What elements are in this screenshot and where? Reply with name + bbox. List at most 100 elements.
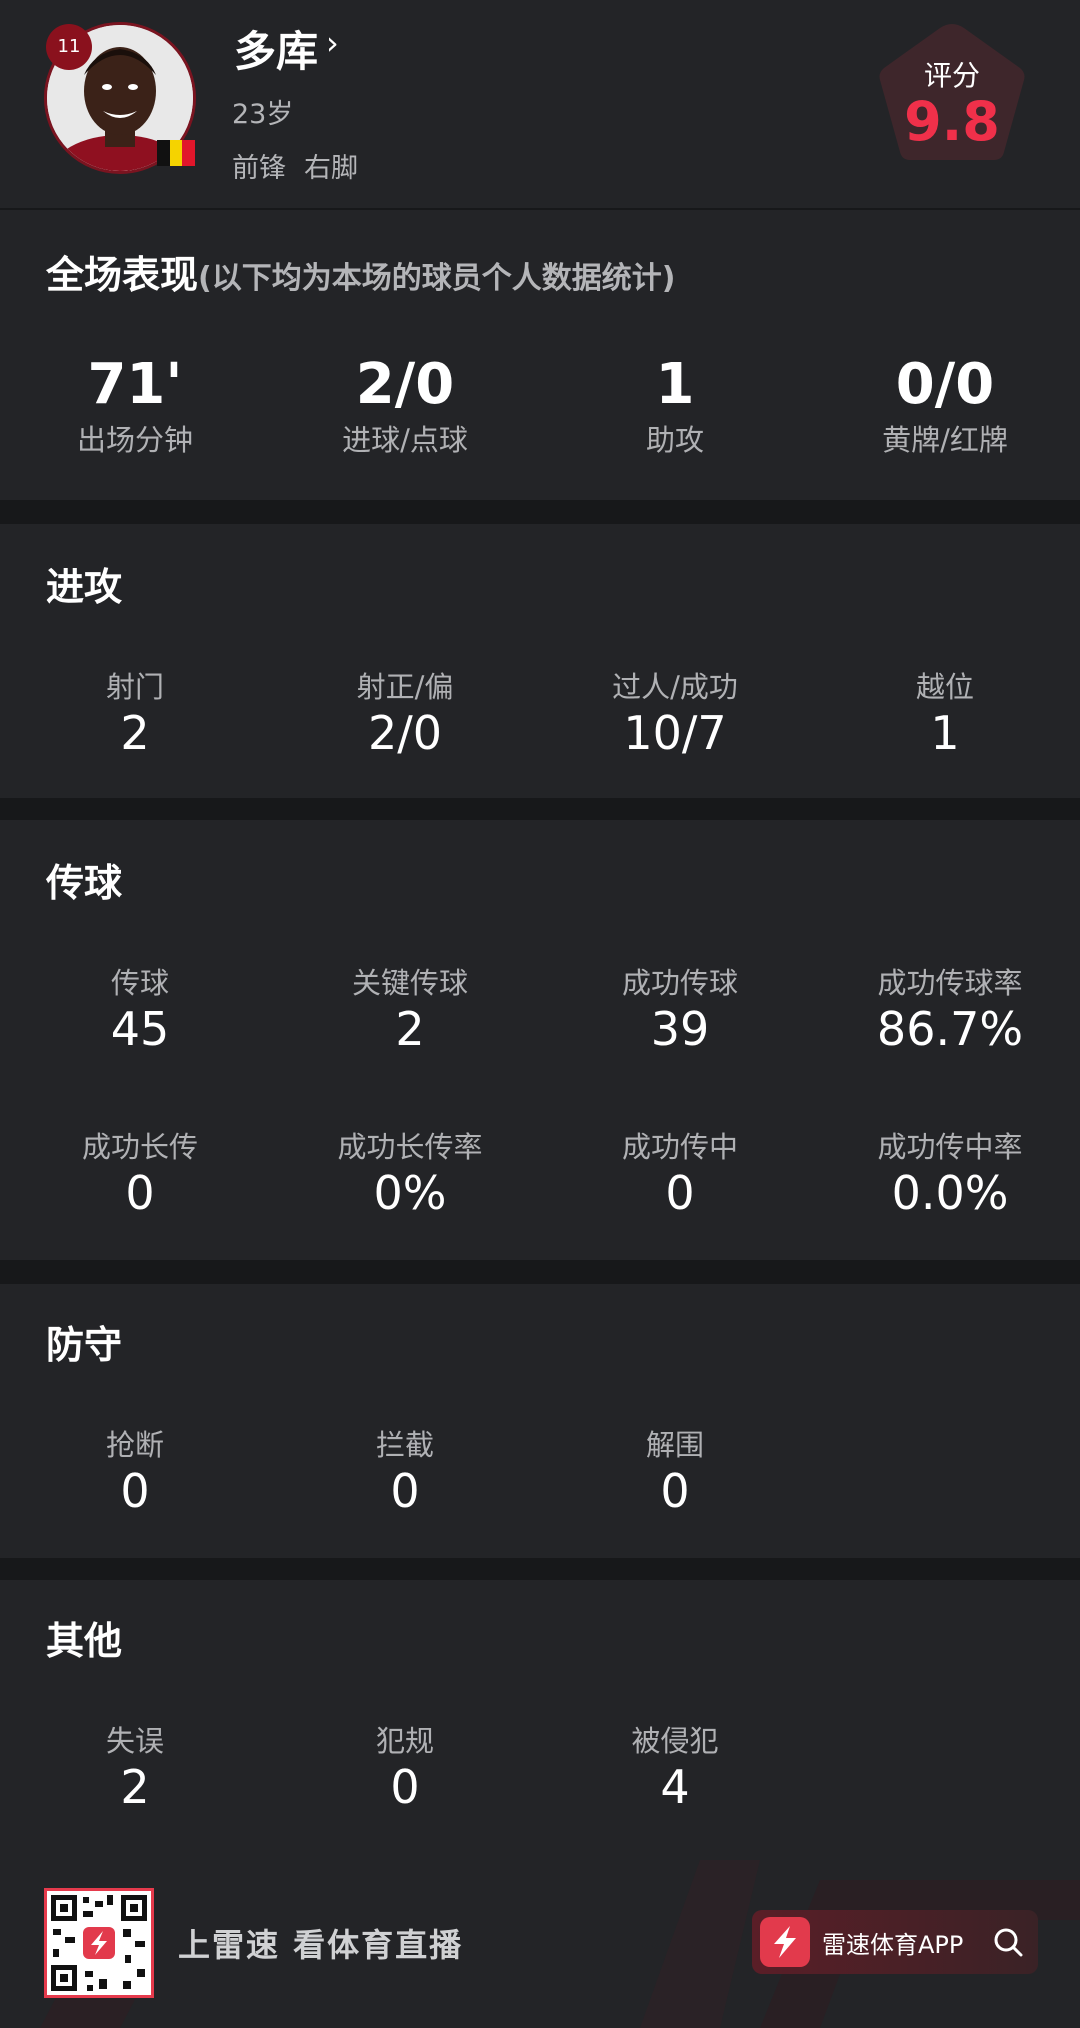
attack-stat-value: 2/0 <box>367 706 443 760</box>
attack-stat-value: 1 <box>930 706 960 760</box>
player-age: 23岁 <box>232 99 294 130</box>
other-title: 其他 <box>46 1619 123 1663</box>
rating-badge: 评分 9.8 <box>874 20 1030 168</box>
other-stat: 犯规 0 <box>305 1718 505 1814</box>
overview-title: 全场表现(以下均为本场的球员个人数据统计) <box>46 244 675 299</box>
player-name[interactable]: 多库 <box>234 18 318 79</box>
belgium-flag-icon <box>157 140 196 166</box>
passing-stat-label: 成功传球率 <box>877 966 1023 1000</box>
chevron-right-icon[interactable]: › <box>326 24 339 62</box>
attack-stat-value: 2 <box>120 706 150 760</box>
app-download-button[interactable]: 雷速体育APP <box>752 1910 1038 1974</box>
overview-stat: 1 助攻 <box>575 352 775 459</box>
other-stat-value: 4 <box>660 1760 690 1814</box>
attack-stat-value: 10/7 <box>623 706 727 760</box>
passing-stat-label: 成功长传率 <box>337 1130 483 1164</box>
flag-stripe <box>157 140 170 166</box>
passing-stat-value: 2 <box>395 1002 425 1056</box>
other-section: 其他 失误 2 犯规 0 被侵犯 4 <box>0 1580 1080 1860</box>
search-icon <box>994 1928 1023 1957</box>
qr-code-image <box>51 1895 147 1991</box>
overview-stat-value: 2/0 <box>355 352 455 417</box>
overview-stat-label: 进球/点球 <box>342 423 468 457</box>
overview-stat-value: 0/0 <box>895 352 995 417</box>
defense-stat-label: 解围 <box>645 1428 704 1462</box>
attack-stat: 过人/成功 10/7 <box>575 664 775 760</box>
defense-stat-value: 0 <box>660 1464 690 1518</box>
overview-section: 全场表现(以下均为本场的球员个人数据统计) 71' 出场分钟 2/0 进球/点球… <box>0 210 1080 500</box>
defense-stat: 解围 0 <box>575 1422 775 1518</box>
passing-stat-label: 成功长传 <box>81 1130 198 1164</box>
passing-stat-value: 86.7% <box>876 1002 1024 1056</box>
attack-stat-label: 越位 <box>915 670 974 704</box>
overview-stat-value: 1 <box>655 352 695 417</box>
defense-stat-label: 拦截 <box>375 1428 434 1462</box>
passing-stat: 成功长传 0 <box>40 1124 240 1220</box>
flag-stripe <box>182 140 196 166</box>
footer-slogan: 上雷速 看体育直播 <box>178 1926 464 1964</box>
jersey-number-badge: 11 <box>46 24 92 70</box>
other-stat-value: 0 <box>390 1760 420 1814</box>
overview-title-text: 全场表现 <box>46 253 199 297</box>
attack-stat: 射正/偏 2/0 <box>305 664 505 760</box>
overview-stat: 71' 出场分钟 <box>35 352 235 459</box>
attack-stat: 越位 1 <box>845 664 1045 760</box>
defense-stat-value: 0 <box>120 1464 150 1518</box>
other-stat: 被侵犯 4 <box>575 1718 775 1814</box>
overview-stat-label: 黄牌/红牌 <box>882 423 1008 457</box>
attack-title: 进攻 <box>46 565 123 609</box>
passing-stat-label: 关键传球 <box>351 966 468 1000</box>
passing-stat-label: 传球 <box>110 966 169 1000</box>
passing-stat-value: 45 <box>110 1002 170 1056</box>
overview-stat: 0/0 黄牌/红牌 <box>845 352 1045 459</box>
defense-section: 防守 抢断 0 拦截 0 解围 0 <box>0 1284 1080 1558</box>
qr-code-icon[interactable] <box>44 1888 154 1998</box>
passing-stat: 成功传中率 0.0% <box>850 1124 1050 1220</box>
passing-stat-value: 0 <box>125 1166 155 1220</box>
defense-stat-value: 0 <box>390 1464 420 1518</box>
passing-stat-value: 0 <box>665 1166 695 1220</box>
player-position: 前锋 <box>232 153 286 184</box>
app-name-label: 雷速体育APP <box>822 1930 964 1959</box>
player-foot: 右脚 <box>304 153 358 184</box>
passing-stat: 传球 45 <box>40 960 240 1056</box>
attack-stat-label: 射正/偏 <box>356 670 454 704</box>
passing-stat: 成功传球 39 <box>580 960 780 1056</box>
overview-stat-label: 助攻 <box>645 423 704 457</box>
other-stat: 失误 2 <box>35 1718 235 1814</box>
defense-stat: 拦截 0 <box>305 1422 505 1518</box>
passing-stat-label: 成功传中 <box>621 1130 738 1164</box>
attack-section: 进攻 射门 2 射正/偏 2/0 过人/成功 10/7 越位 1 <box>0 524 1080 798</box>
passing-stat: 关键传球 2 <box>310 960 510 1056</box>
lightning-logo-icon <box>760 1917 810 1967</box>
passing-stat: 成功长传率 0% <box>310 1124 510 1220</box>
flag-stripe <box>169 140 183 166</box>
defense-stat: 抢断 0 <box>35 1422 235 1518</box>
other-stat-label: 被侵犯 <box>631 1724 719 1758</box>
player-header: 11 多库 › 23岁 前锋 右脚 评分 9.8 <box>0 0 1080 208</box>
attack-stat-label: 过人/成功 <box>612 670 738 704</box>
player-position-line: 前锋 右脚 <box>232 146 376 185</box>
other-stat-label: 失误 <box>105 1724 164 1758</box>
passing-stat-value: 0% <box>373 1166 447 1220</box>
overview-stat-label: 出场分钟 <box>76 423 193 457</box>
other-stat-value: 2 <box>120 1760 150 1814</box>
overview-stat: 2/0 进球/点球 <box>305 352 505 459</box>
passing-stat-label: 成功传球 <box>621 966 738 1000</box>
passing-stat-value: 0.0% <box>891 1166 1009 1220</box>
passing-stat-value: 39 <box>650 1002 710 1056</box>
passing-title: 传球 <box>46 861 123 905</box>
overview-stat-value: 71' <box>87 352 183 417</box>
rating-value: 9.8 <box>904 90 1000 153</box>
overview-note: (以下均为本场的球员个人数据统计) <box>198 261 676 296</box>
passing-stat: 成功传球率 86.7% <box>850 960 1050 1056</box>
attack-stat-label: 射门 <box>105 670 164 704</box>
other-stat-label: 犯规 <box>375 1724 434 1758</box>
defense-stat-label: 抢断 <box>105 1428 164 1462</box>
passing-stat-label: 成功传中率 <box>877 1130 1023 1164</box>
footer-banner: 上雷速 看体育直播 雷速体育APP <box>0 1860 1080 2028</box>
defense-title: 防守 <box>46 1323 123 1367</box>
passing-stat: 成功传中 0 <box>580 1124 780 1220</box>
passing-section: 传球 传球 45 关键传球 2 成功传球 39 成功传球率 86.7% 成功长传… <box>0 820 1080 1260</box>
rating-label: 评分 <box>923 59 980 92</box>
